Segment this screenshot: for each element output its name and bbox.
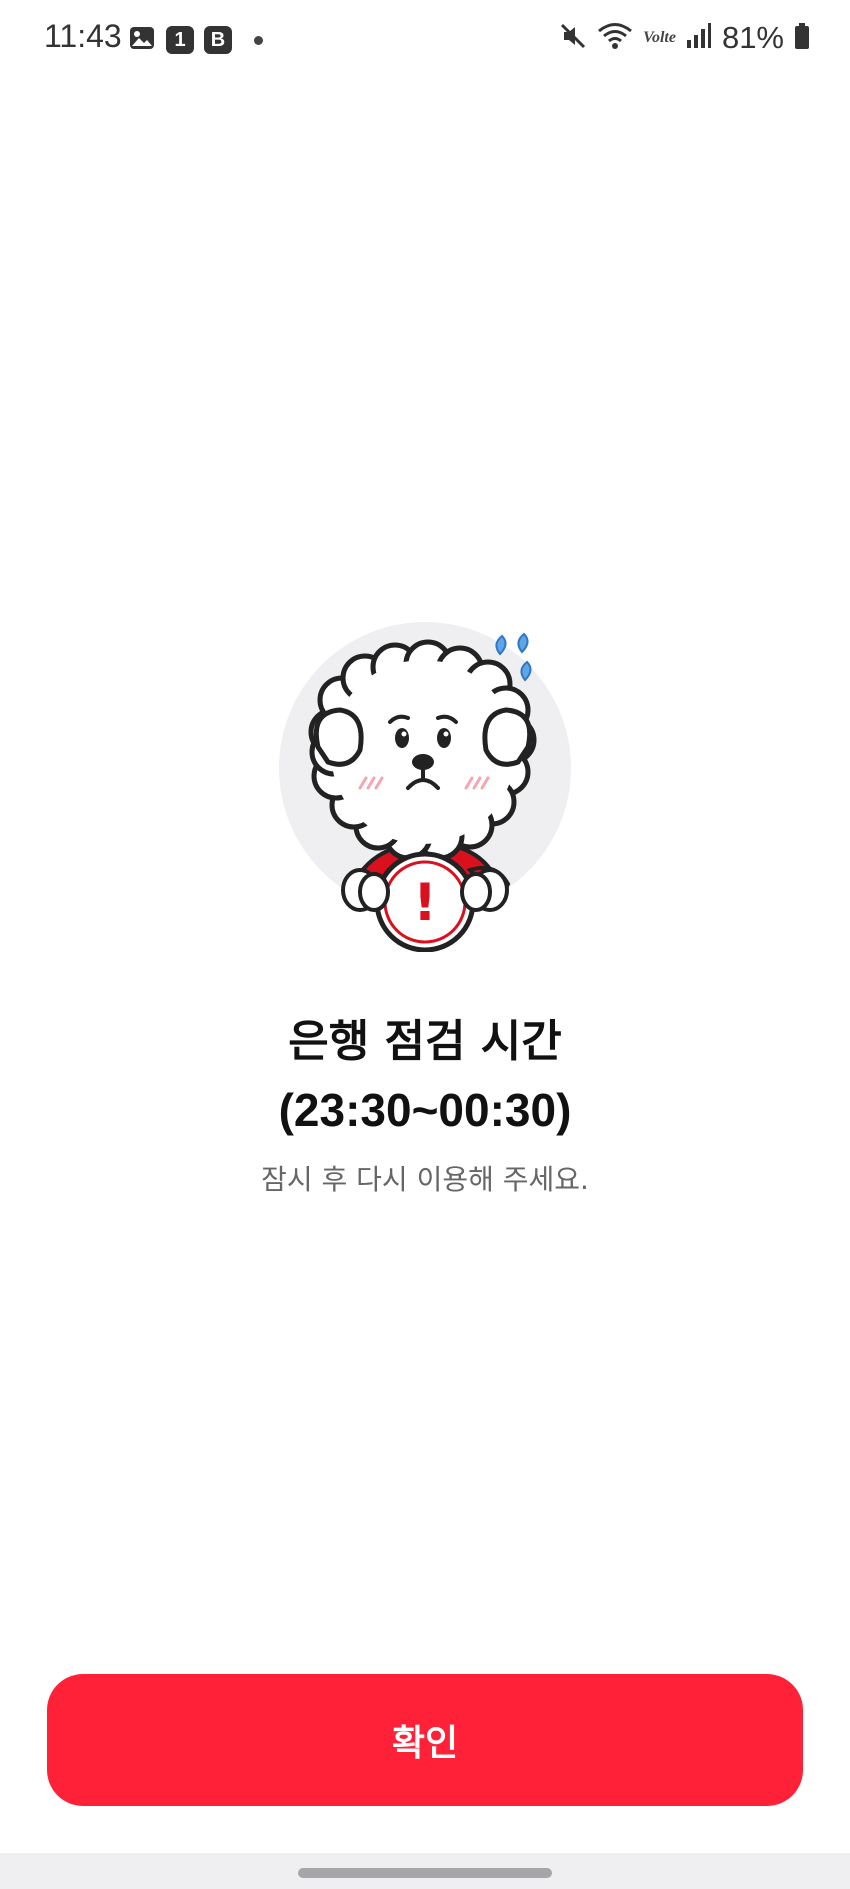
more-notifications-dot — [254, 35, 263, 45]
battery-icon — [794, 22, 810, 54]
signal-icon — [686, 22, 712, 54]
wifi-icon — [597, 21, 633, 55]
confirm-button[interactable]: 확인 — [47, 1674, 803, 1806]
maintenance-illustration: ! — [270, 622, 580, 953]
battery-percent: 81% — [721, 20, 784, 55]
warning-symbol: ! — [413, 873, 437, 933]
image-icon — [128, 24, 156, 56]
volte-label: Volte — [643, 29, 676, 46]
notice-title: 은행 점검 시간 — [288, 1016, 562, 1067]
app-1-icon: 1 — [166, 26, 194, 54]
app-b-icon: B — [204, 26, 232, 54]
status-time: 11:43 — [44, 18, 122, 54]
notice-hours: (23:30~00:30) — [278, 1084, 572, 1136]
status-bar: 11:43 1 B Volte 81% — [0, 0, 850, 80]
system-icons: Volte 81% — [559, 20, 810, 56]
notice-message: 잠시 후 다시 이용해 주세요. — [261, 1163, 589, 1196]
notification-icons: 1 B — [128, 24, 263, 56]
home-indicator[interactable] — [298, 1868, 552, 1878]
mute-icon — [559, 22, 587, 54]
